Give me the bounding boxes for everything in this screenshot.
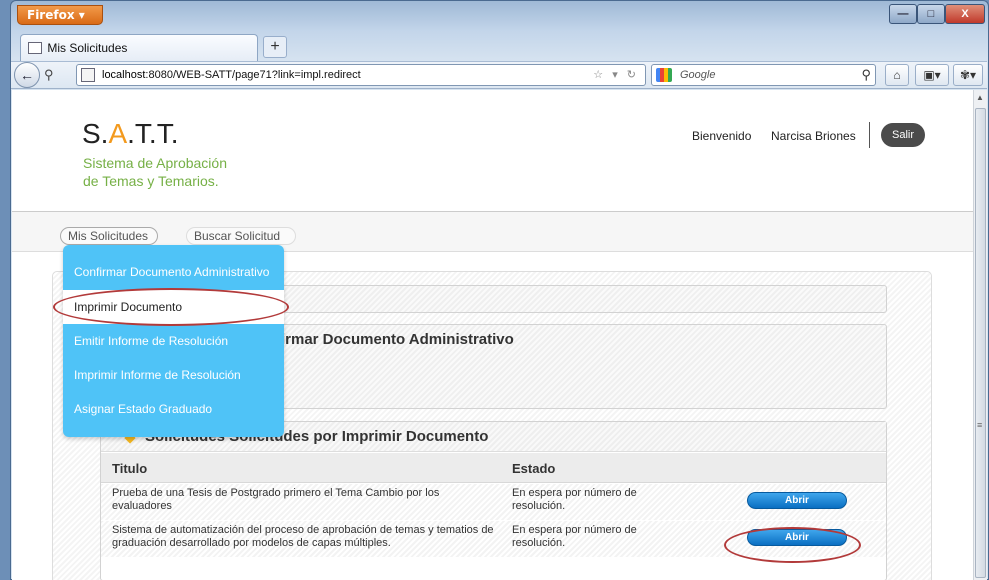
- scroll-up-icon[interactable]: ▲: [976, 93, 984, 102]
- back-arrow-icon[interactable]: ←: [14, 62, 40, 88]
- row-title: Sistema de automatización del proceso de…: [112, 524, 494, 549]
- annotation-circle: [724, 527, 861, 563]
- url-text: localhost:8080/WEB-SATT/page71?link=impl…: [102, 69, 361, 81]
- close-window-button[interactable]: X: [945, 4, 985, 24]
- confirm-section-title: firmar Documento Administrativo: [276, 331, 514, 348]
- column-header-titulo: Titulo: [112, 461, 148, 476]
- table-row: Prueba de una Tesis de Postgrado primero…: [101, 484, 886, 520]
- address-bar[interactable]: localhost:8080/WEB-SATT/page71?link=impl…: [76, 64, 646, 86]
- menu-item-imprimir-informe[interactable]: Imprimir Informe de Resolución: [63, 358, 284, 392]
- row-title: Prueba de una Tesis de Postgrado primero…: [112, 487, 440, 512]
- maximize-button[interactable]: □: [917, 4, 945, 24]
- search-placeholder: Google: [680, 69, 716, 81]
- firefox-menu-button[interactable]: Firefox ▾: [17, 5, 103, 25]
- minimize-button[interactable]: —: [889, 4, 917, 24]
- web-page: S.A.T.T. Sistema de Aprobación de Temas …: [12, 90, 973, 580]
- browser-tab[interactable]: Mis Solicitudes: [20, 34, 258, 61]
- identity-key-icon[interactable]: ⚲: [44, 67, 60, 83]
- tab-mis-solicitudes[interactable]: Mis Solicitudes: [60, 227, 158, 245]
- addon-icon[interactable]: ✾▾: [953, 64, 983, 86]
- bookmark-star-icon[interactable]: ☆ ▾ ↻: [593, 68, 639, 81]
- row-status: En espera por número de resolución.: [512, 524, 637, 549]
- row-status: En espera por número de resolución.: [512, 487, 637, 512]
- satt-logo: S.A.T.T.: [82, 118, 179, 149]
- new-tab-button[interactable]: +: [263, 36, 287, 58]
- column-header-estado: Estado: [512, 461, 556, 476]
- tab-buscar-solicitud[interactable]: Buscar Solicitud: [186, 227, 296, 245]
- search-icon[interactable]: ⚲: [861, 67, 871, 83]
- welcome-text: Bienvenido: [692, 129, 752, 143]
- solicitudes-dropdown-menu: Confirmar Documento Administrativo Impri…: [63, 245, 284, 437]
- vertical-scrollbar[interactable]: ▲ ≡: [973, 90, 987, 580]
- logo-subtitle: Sistema de Aprobación de Temas y Temario…: [83, 155, 227, 189]
- menu-item-emitir-informe[interactable]: Emitir Informe de Resolución: [63, 324, 284, 358]
- user-name: Narcisa Briones: [771, 129, 856, 143]
- site-favicon-icon: [81, 68, 95, 82]
- home-icon[interactable]: ⌂: [885, 64, 909, 86]
- menu-item-confirmar-documento[interactable]: Confirmar Documento Administrativo: [63, 255, 284, 289]
- scrollbar-thumb[interactable]: [975, 108, 986, 578]
- header-divider: [869, 122, 870, 148]
- page-favicon-icon: [28, 42, 42, 54]
- annotation-circle: [53, 288, 289, 326]
- scrollbar-grip: ≡: [977, 420, 983, 430]
- logout-button[interactable]: Salir: [881, 123, 925, 147]
- bookmarks-menu-icon[interactable]: ▣▾: [915, 64, 949, 86]
- menu-item-asignar-estado[interactable]: Asignar Estado Graduado: [63, 392, 284, 426]
- open-button[interactable]: Abrir: [747, 492, 847, 509]
- google-logo-icon[interactable]: [656, 68, 672, 82]
- table-header: Titulo Estado: [101, 453, 886, 483]
- tab-title: Mis Solicitudes: [47, 41, 128, 55]
- search-bar[interactable]: Google ⚲: [651, 64, 876, 86]
